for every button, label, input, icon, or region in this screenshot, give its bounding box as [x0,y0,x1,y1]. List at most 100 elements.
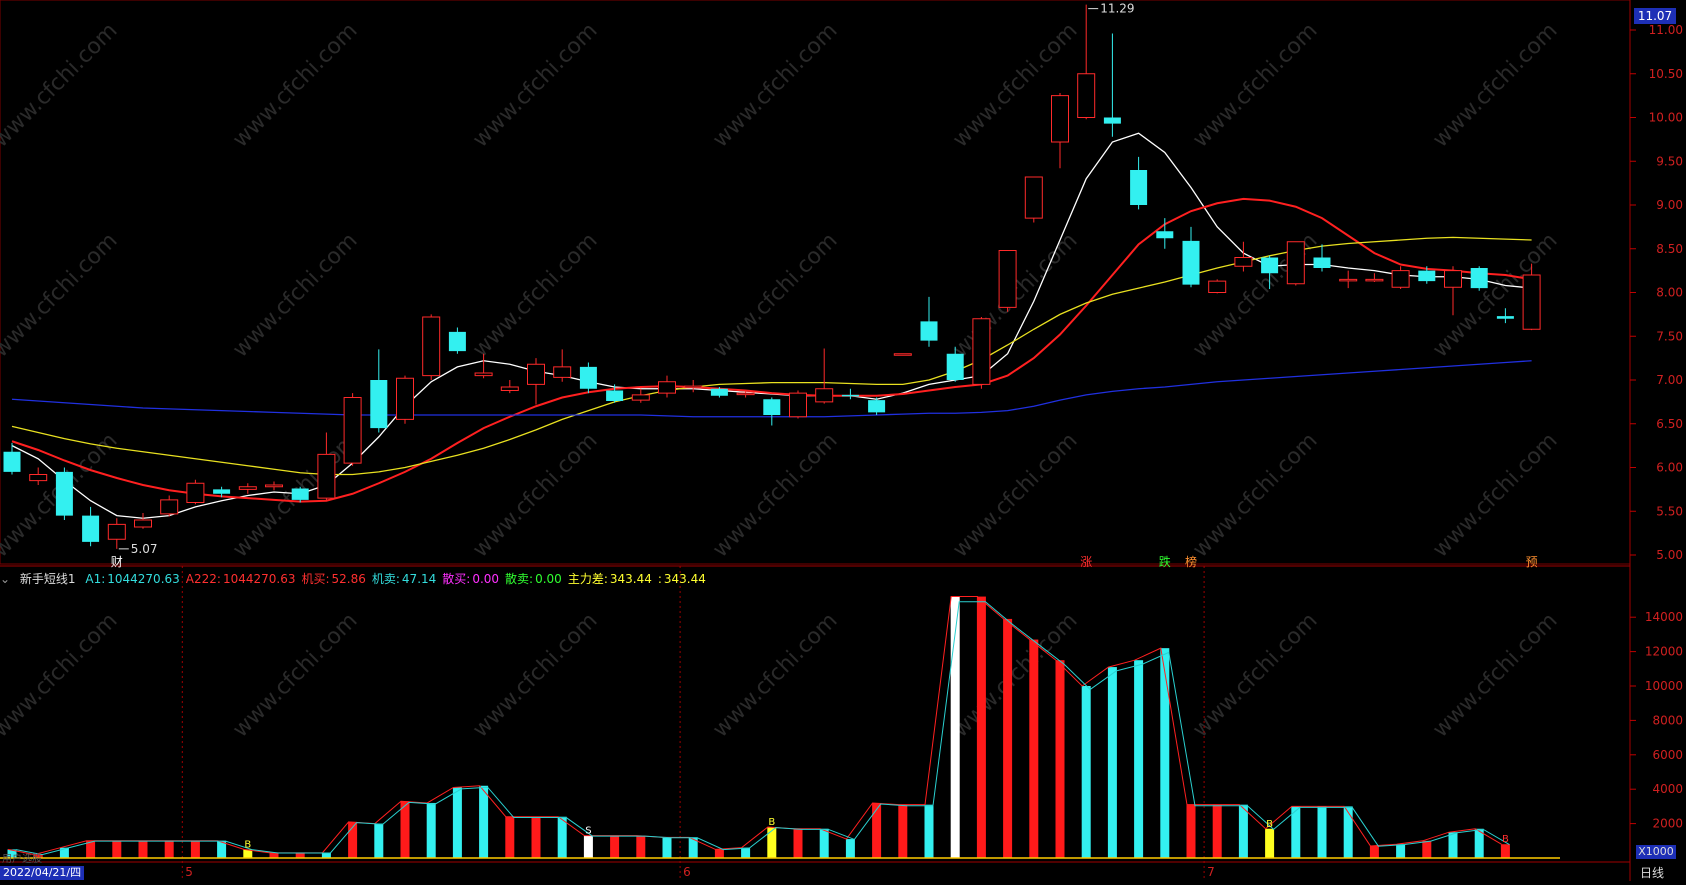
candle-body [1522,274,1541,330]
volume-tick-label: 4000 [1652,782,1683,796]
readout-label: 散买: [442,572,471,586]
indicator-readout: 散买: 0.00 [442,572,499,586]
price-tick-label: 8.00 [1656,286,1683,300]
volume-bar [1238,804,1248,858]
volume-bar [1317,806,1327,858]
candle-body [893,353,912,356]
candle-body [107,523,126,540]
volume-bar [714,849,724,858]
candle-body [841,394,859,397]
event-marker: 榜 [1185,554,1197,569]
volume-bar [321,852,331,858]
volume-bar [269,852,279,858]
readout-label: : [657,572,662,586]
indicator-collapse-icon[interactable]: ⌄ [0,572,10,586]
candle-body [238,486,257,490]
high-price-label: 11.29 [1100,2,1134,16]
candle-body [1418,270,1436,282]
candle-body [1444,270,1462,288]
watermark-text: www.cfchi.com [0,608,123,742]
volume-bar [505,816,515,858]
candle-body [291,488,309,500]
candle-body [474,372,493,377]
volume-bar [872,802,882,858]
readout-value: 52.86 [331,572,366,586]
volume-bar [898,804,908,858]
signal-marker: S [585,826,591,837]
watermark-text: www.cfchi.com [0,18,123,152]
kline-svg[interactable]: www.cfchi.com www.cfchi.com www.cfchi.com w… [0,0,1686,881]
indicator-readout: 机买: 52.86 [301,572,365,586]
price-tick-label: 7.50 [1656,329,1683,343]
indicator-name[interactable]: 新手短线1 [20,572,76,586]
volume-bar [845,839,855,858]
indicator-readout: A1: 1044270.63 [85,572,179,586]
volume-bar [662,837,672,858]
watermark-text: www.cfchi.com [228,608,362,742]
candle-body [1496,316,1514,319]
watermark-text: www.cfchi.com [1188,608,1322,742]
candle-body [448,331,466,352]
volume-bar [1134,660,1144,858]
event-marker: 预 [1526,555,1538,569]
candle-body [553,366,572,378]
candle-body [579,366,597,389]
watermark-text: www.cfchi.com [0,228,123,362]
price-tick-label: 10.50 [1649,67,1683,81]
volume-tick-label: 8000 [1652,713,1683,727]
candle-body [1234,257,1253,267]
candle-body [82,515,100,542]
candle-body [736,392,755,396]
volume-bar [741,847,751,858]
volume-bar [479,785,489,858]
volume-tick-label: 14000 [1645,610,1683,624]
watermark-text: www.cfchi.com [708,608,842,742]
volume-bar [1003,618,1013,858]
volume-bar [557,816,567,858]
volume-bar [1422,840,1432,858]
month-label: 7 [1207,865,1215,879]
month-label: 6 [683,865,691,879]
volume-bar [1291,806,1301,858]
candle-body [684,385,703,389]
candle-body [55,471,73,516]
signal-marker: B [768,817,775,828]
volume-bar [1369,845,1379,858]
candle-body [1051,95,1069,143]
candle-body [1286,241,1305,285]
readout-label: A222: [185,572,221,586]
price-tick-label: 7.00 [1656,373,1683,387]
low-price-label: 5.07 [131,542,158,556]
price-tick-label: 9.50 [1656,154,1683,168]
candle-body [631,394,650,401]
readout-label: A1: [85,572,106,586]
volume-bar [1448,832,1458,858]
readout-value: 0.00 [535,572,562,586]
candle-body [370,380,388,429]
candle-body [763,399,781,415]
readout-value: 47.14 [401,572,437,586]
stock-chart[interactable]: www.cfchi.com www.cfchi.com www.cfchi.com w… [0,0,1686,881]
candle-body [265,484,283,488]
candle-body [1024,176,1043,219]
candle-body [789,392,807,418]
indicator-readout: 机卖: 47.14 [372,572,436,586]
candle-body [1077,73,1096,118]
volume-bar [924,804,934,858]
readout-label: 机买: [301,572,330,586]
price-tick-label: 8.50 [1656,242,1683,256]
period-label[interactable]: 日线 [1640,866,1664,880]
candle-body [29,474,48,482]
candle-body [343,397,362,464]
indicator-readout: :343.44 [658,572,706,586]
indicator-readout: 主力差: 343.44 [568,572,652,586]
candle-body [1339,278,1358,282]
readout-label: 主力差: [567,572,608,586]
event-marker: 财 [111,555,123,569]
signal-marker: B [1266,819,1273,830]
watermark-text: www.cfchi.com [1188,18,1322,152]
readout-label: 散卖: [505,572,534,586]
watermark-text: www.cfchi.com [468,608,602,742]
watermark-text: www.cfchi.com [708,428,842,562]
volume-bar [531,816,541,858]
